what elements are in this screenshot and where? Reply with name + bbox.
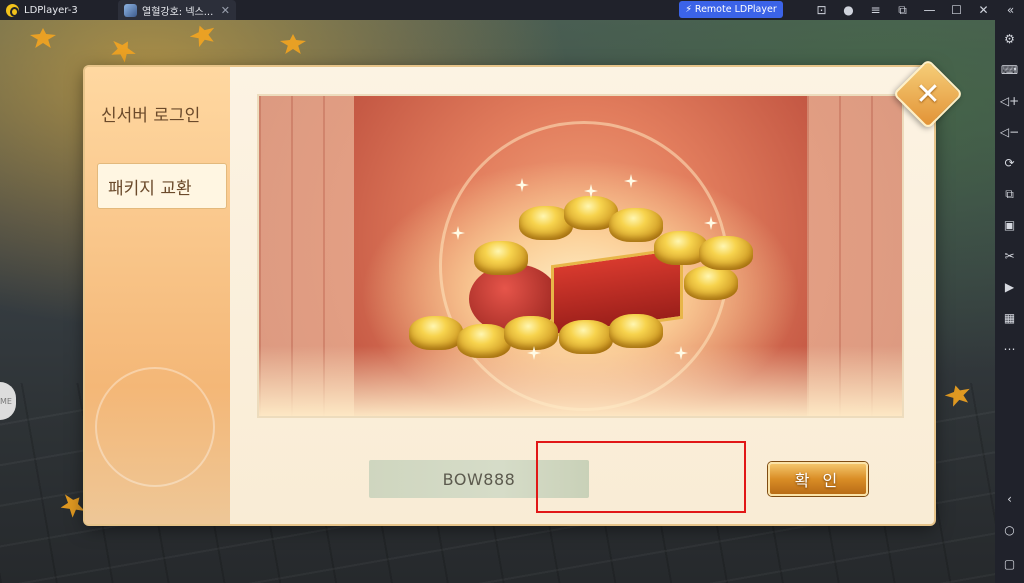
rotate-icon[interactable]: ⟳ xyxy=(999,152,1021,174)
confirm-button[interactable]: 확 인 xyxy=(768,462,868,496)
remote-ldplayer-button[interactable]: ⚡ Remote LDPlayer xyxy=(679,1,783,18)
cloud-floor xyxy=(259,346,902,416)
menu-item-package-exchange[interactable]: 패키지 교환 xyxy=(97,163,227,209)
record-icon[interactable]: ▶ xyxy=(999,276,1021,298)
emulator-sidebar: ⚙ ⌨ ◁+ ◁− ⟳ ⧉ ▣ ✂ ▶ ▦ ⋯ ‹ ○ ▢ xyxy=(995,20,1024,583)
maple-leaf-decoration xyxy=(187,21,218,49)
gift-icon[interactable]: ⊡ xyxy=(808,3,835,17)
game-app-icon xyxy=(124,3,137,17)
scissors-icon[interactable]: ✂ xyxy=(999,245,1021,267)
panel-decoration xyxy=(95,367,215,487)
settings-icon[interactable]: ⚙ xyxy=(999,28,1021,50)
maple-leaf-decoration xyxy=(280,34,306,54)
maximize-icon[interactable]: ☐ xyxy=(943,3,970,17)
maple-leaf-decoration xyxy=(107,35,140,65)
gold-ingot xyxy=(457,324,511,358)
volume-up-icon[interactable]: ◁+ xyxy=(999,90,1021,112)
dialog-content: BOW888 확 인 xyxy=(230,67,934,524)
gold-ingot xyxy=(684,266,738,300)
screenshot-icon[interactable]: ▦ xyxy=(999,307,1021,329)
account-icon[interactable]: ● xyxy=(835,3,862,17)
gold-ingot xyxy=(504,316,558,350)
close-x-icon: ✕ xyxy=(915,76,941,112)
collapse-icon[interactable]: « xyxy=(997,3,1024,17)
recents-icon[interactable]: ▢ xyxy=(999,553,1021,575)
more-icon[interactable]: ⋯ xyxy=(999,338,1021,360)
gold-treasure-banner xyxy=(257,94,904,418)
keyboard-icon[interactable]: ⌨ xyxy=(999,59,1021,81)
multi-instance-icon[interactable]: ⧉ xyxy=(999,183,1021,205)
red-highlight-box xyxy=(536,441,746,513)
gold-ingot xyxy=(409,316,463,350)
lightning-icon: ⚡ xyxy=(685,4,692,15)
emulator-titlebar: LDPlayer-3 열혈강호: 넥스... ✕ ⚡ Remote LDPlay… xyxy=(0,0,1024,20)
maple-leaf-decoration xyxy=(30,28,56,48)
back-icon[interactable]: ‹ xyxy=(999,488,1021,510)
menu-icon[interactable]: ≡ xyxy=(862,3,889,17)
volume-down-icon[interactable]: ◁− xyxy=(999,121,1021,143)
tab-ldplayer[interactable]: LDPlayer-3 xyxy=(0,0,118,20)
gold-ingot xyxy=(609,314,663,348)
gold-ingot xyxy=(559,320,613,354)
package-exchange-dialog: 신서버 로그인 패키지 교환 BOW888 확 인 xyxy=(85,67,934,524)
tab-ldplayer-label: LDPlayer-3 xyxy=(24,4,78,16)
close-icon[interactable]: ✕ xyxy=(970,3,997,17)
tab-game-label: 열혈강호: 넥스... xyxy=(142,6,214,18)
home-icon[interactable]: ○ xyxy=(999,519,1021,541)
tab-close-icon[interactable]: ✕ xyxy=(221,4,230,17)
menu-item-new-server-login[interactable]: 신서버 로그인 xyxy=(85,89,230,137)
dialog-menu-panel: 신서버 로그인 패키지 교환 xyxy=(85,67,230,524)
minimize-icon[interactable]: — xyxy=(916,3,943,17)
gold-ingot xyxy=(699,236,753,270)
gold-ingot xyxy=(609,208,663,242)
ldplayer-logo-icon xyxy=(6,3,19,17)
popout-icon[interactable]: ⧉ xyxy=(889,3,916,18)
tab-game[interactable]: 열혈강호: 넥스... ✕ xyxy=(118,0,236,20)
window-controls: ⊡ ● ≡ ⧉ — ☐ ✕ « xyxy=(808,0,1024,20)
remote-ldplayer-label: Remote LDPlayer xyxy=(694,4,777,15)
apk-icon[interactable]: ▣ xyxy=(999,214,1021,236)
gold-ingot xyxy=(474,241,528,275)
